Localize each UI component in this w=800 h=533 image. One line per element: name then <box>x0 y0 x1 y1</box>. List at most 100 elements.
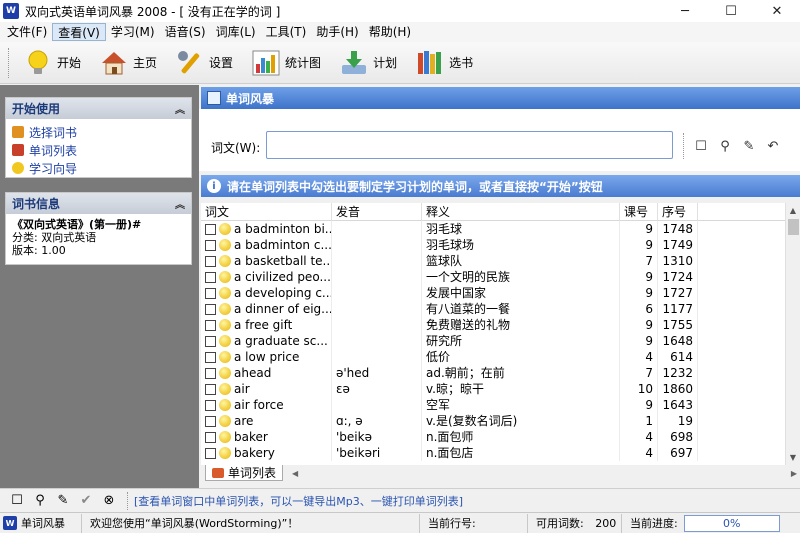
table-row[interactable]: a free gift 免费赠送的礼物 9 1755 <box>201 317 800 333</box>
table-row[interactable]: air εə v.晾；晾干 10 1860 <box>201 381 800 397</box>
maximize-button[interactable]: ☐ <box>708 0 754 22</box>
table-body: a badminton bi... 羽毛球 9 1748 a badminton c..… <box>201 221 800 461</box>
menu-voice[interactable]: 语音(S) <box>160 23 211 41</box>
collapse-icon[interactable]: ︽ <box>175 101 185 116</box>
table-row[interactable]: a graduate sc... 研究所 9 1648 <box>201 333 800 349</box>
undo-icon[interactable]: ↶ <box>762 135 784 157</box>
progress-label: 当前进度: <box>630 516 678 530</box>
home-button[interactable]: 主页 <box>93 45 163 81</box>
star-icon <box>219 239 231 251</box>
cell-seq: 1232 <box>658 365 698 381</box>
star-icon <box>219 223 231 235</box>
notepad-icon[interactable]: ✎ <box>738 135 760 157</box>
toolbar-grip[interactable] <box>8 47 11 78</box>
row-checkbox[interactable] <box>205 335 216 347</box>
menu-study[interactable]: 学习(M) <box>106 23 160 41</box>
scroll-thumb[interactable] <box>788 219 799 235</box>
select-book-button[interactable]: 选书 <box>409 45 479 81</box>
scroll-down-icon[interactable]: ▼ <box>786 450 800 465</box>
row-checkbox[interactable] <box>205 319 216 331</box>
table-row[interactable]: ahead ə'hed ad.朝前；在前 7 1232 <box>201 365 800 381</box>
star-icon <box>219 431 231 443</box>
scroll-left-icon[interactable]: ◀ <box>292 469 298 478</box>
table-row[interactable]: a developing c... 发展中国家 9 1727 <box>201 285 800 301</box>
list-icon <box>12 144 24 156</box>
scroll-right-icon[interactable]: ▶ <box>791 469 797 478</box>
column-header-seq[interactable]: 序号 <box>658 203 698 221</box>
table-row[interactable]: baker 'beikə n.面包师 4 698 <box>201 429 800 445</box>
table-row[interactable]: a badminton c... 羽毛球场 9 1749 <box>201 237 800 253</box>
menu-tools[interactable]: 工具(T) <box>261 23 312 41</box>
table-row[interactable]: air force 空军 9 1643 <box>201 397 800 413</box>
cell-lesson: 7 <box>620 365 658 381</box>
settings-button[interactable]: 设置 <box>169 45 239 81</box>
main-toolbar: 开始 主页 设置 统计图 计划 选书 <box>0 42 800 84</box>
lightbulb-icon <box>28 50 48 74</box>
menu-assistant[interactable]: 助手(H) <box>311 23 363 41</box>
sidebar-item-study-wizard[interactable]: 学习向导 <box>12 159 185 177</box>
close-button[interactable]: ✕ <box>754 0 800 22</box>
checkbox-square-icon[interactable]: ☐ <box>6 491 28 511</box>
row-checkbox[interactable] <box>205 383 216 395</box>
checkbox-square-icon[interactable]: ☐ <box>690 135 712 157</box>
vertical-scrollbar[interactable]: ▲ ▼ <box>785 203 800 465</box>
table-row[interactable]: a basketball te... 篮球队 7 1310 <box>201 253 800 269</box>
row-checkbox[interactable] <box>205 447 216 459</box>
column-header-phonetic[interactable]: 发音 <box>332 203 422 221</box>
row-checkbox[interactable] <box>205 367 216 379</box>
row-checkbox[interactable] <box>205 223 216 235</box>
minimize-button[interactable]: ─ <box>662 0 708 22</box>
table-row[interactable]: a low price 低价 4 614 <box>201 349 800 365</box>
cell-word: air force <box>201 397 332 413</box>
start-panel-header[interactable]: 开始使用 ︽ <box>6 98 191 119</box>
row-checkbox[interactable] <box>205 351 216 363</box>
table-row[interactable]: bakery 'beikəri n.面包店 4 697 <box>201 445 800 461</box>
row-checkbox[interactable] <box>205 303 216 315</box>
row-checkbox[interactable] <box>205 239 216 251</box>
word-text: a graduate sc... <box>234 334 328 348</box>
row-checkbox[interactable] <box>205 431 216 443</box>
menu-view[interactable]: 查看(V) <box>52 23 106 41</box>
menu-library[interactable]: 词库(L) <box>211 23 261 41</box>
bottom-hint[interactable]: [查看单词窗口中单词列表，可以一键导出Mp3、一键打印单词列表] <box>134 493 463 509</box>
table-row[interactable]: a badminton bi... 羽毛球 9 1748 <box>201 221 800 237</box>
word-input[interactable] <box>266 131 673 159</box>
start-button[interactable]: 开始 <box>17 45 87 81</box>
cancel-icon[interactable]: ⊗ <box>98 491 120 511</box>
tab-word-list[interactable]: 单词列表 <box>205 465 284 481</box>
tab-label: 单词列表 <box>228 466 277 480</box>
sidebar-item-select-book[interactable]: 选择词书 <box>12 123 185 141</box>
horizontal-scrollbar[interactable]: ◀ ▶ <box>289 467 800 479</box>
search-icon[interactable]: ⚲ <box>714 135 736 157</box>
cell-empty <box>698 253 784 269</box>
row-checkbox[interactable] <box>205 271 216 283</box>
sidebar-item-label: 选择词书 <box>29 125 78 140</box>
table-row[interactable]: a civilized peo... 一个文明的民族 9 1724 <box>201 269 800 285</box>
checkmark-icon[interactable]: ✔ <box>75 491 97 511</box>
cell-seq: 1643 <box>658 397 698 413</box>
notepad-icon[interactable]: ✎ <box>52 491 74 511</box>
scroll-up-icon[interactable]: ▲ <box>786 203 800 218</box>
table-row[interactable]: are ɑ:, ə v.是(复数名词后) 1 19 <box>201 413 800 429</box>
title-bar: W 双向式英语单词风暴 2008 - [ 没有正在学的词 ] ─ ☐ ✕ <box>0 0 800 22</box>
column-header-definition[interactable]: 释义 <box>422 203 620 221</box>
cell-lesson: 4 <box>620 349 658 365</box>
row-checkbox[interactable] <box>205 399 216 411</box>
plan-button[interactable]: 计划 <box>333 45 403 81</box>
sidebar-item-word-list[interactable]: 单词列表 <box>12 141 185 159</box>
row-checkbox[interactable] <box>205 415 216 427</box>
cell-word: a dinner of eig... <box>201 301 332 317</box>
menu-file[interactable]: 文件(F) <box>2 23 52 41</box>
book-info-header[interactable]: 词书信息 ︽ <box>6 193 191 214</box>
table-row[interactable]: a dinner of eig... 有八道菜的一餐 6 1177 <box>201 301 800 317</box>
star-icon <box>219 383 231 395</box>
row-checkbox[interactable] <box>205 287 216 299</box>
statistics-button[interactable]: 统计图 <box>245 45 327 81</box>
search-icon[interactable]: ⚲ <box>29 491 51 511</box>
row-checkbox[interactable] <box>205 255 216 267</box>
column-header-lesson[interactable]: 课号 <box>620 203 658 221</box>
cell-seq: 1724 <box>658 269 698 285</box>
menu-help[interactable]: 帮助(H) <box>364 23 416 41</box>
collapse-icon[interactable]: ︽ <box>175 196 185 211</box>
column-header-word[interactable]: 词文 <box>201 203 332 221</box>
